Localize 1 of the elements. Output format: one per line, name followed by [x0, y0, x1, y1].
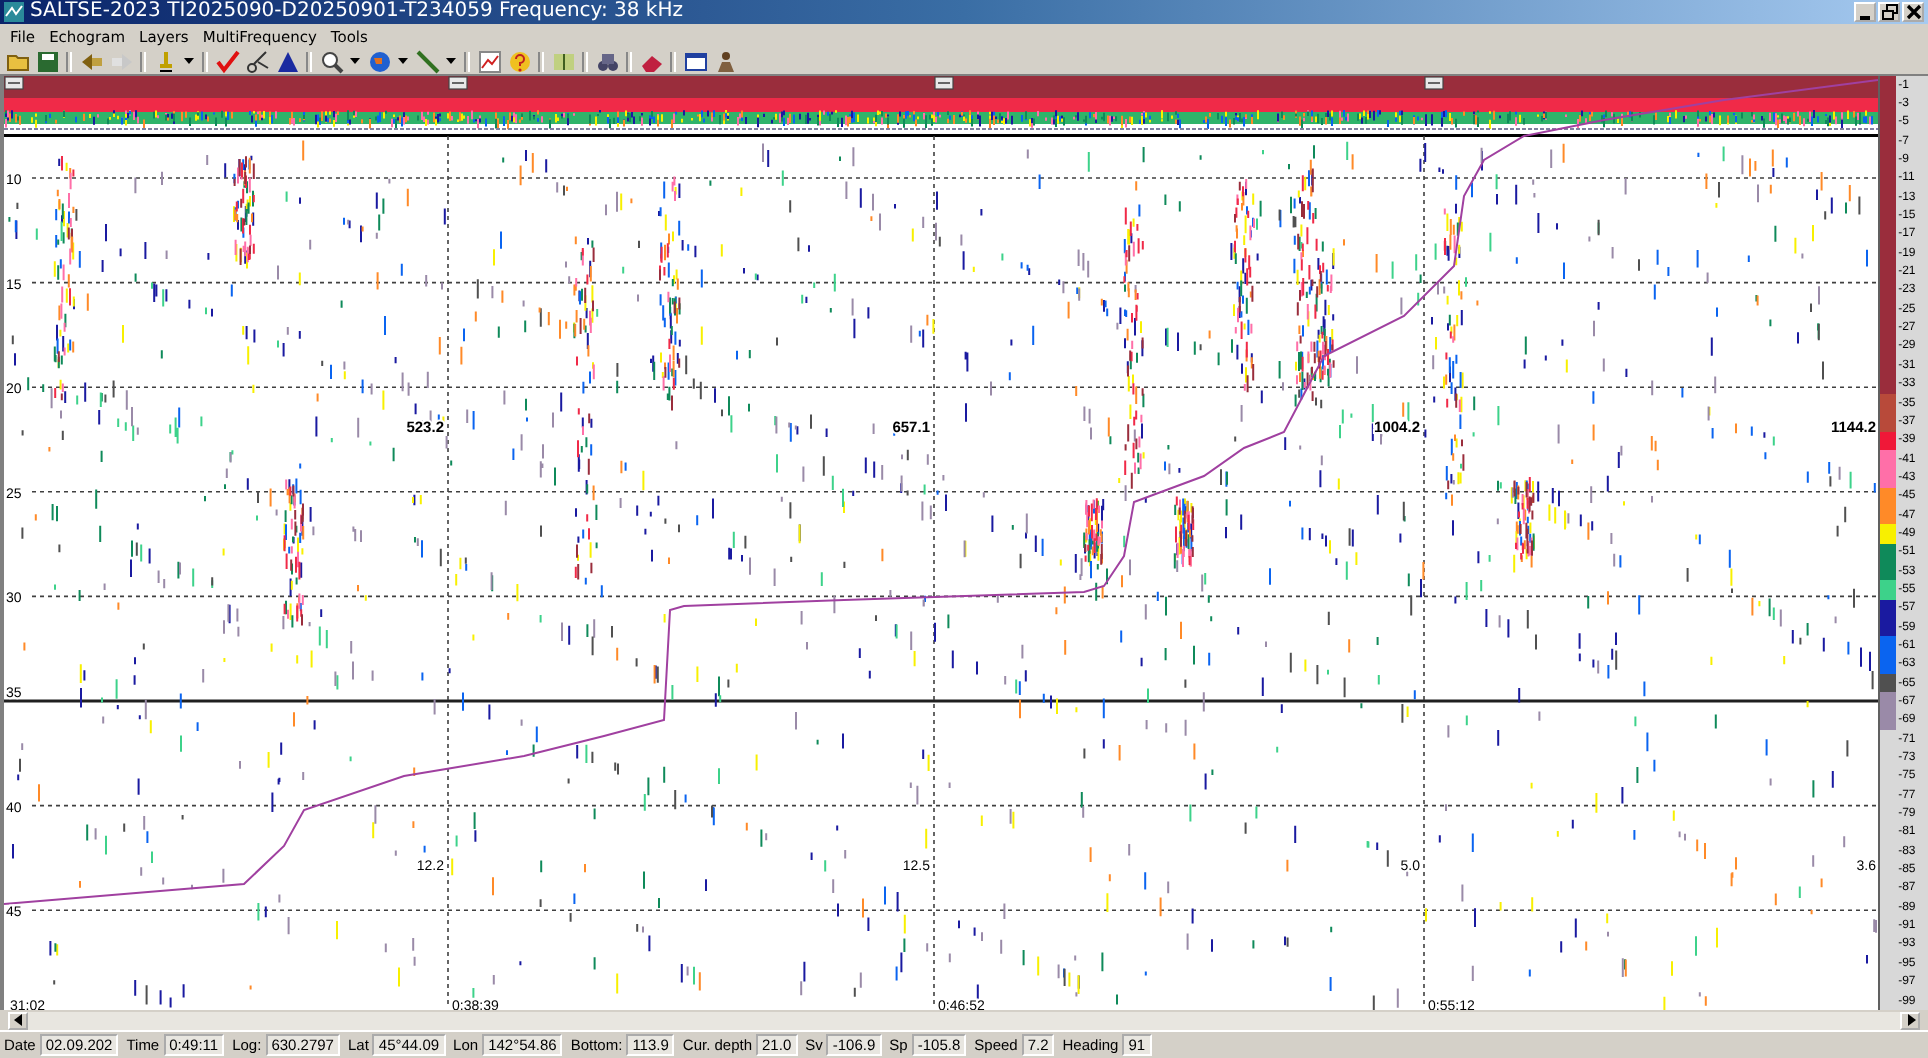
- window-title: SALTSE-2023 TI2025090-D20250901-T234059 Frequency: 38 kHz: [30, 0, 683, 24]
